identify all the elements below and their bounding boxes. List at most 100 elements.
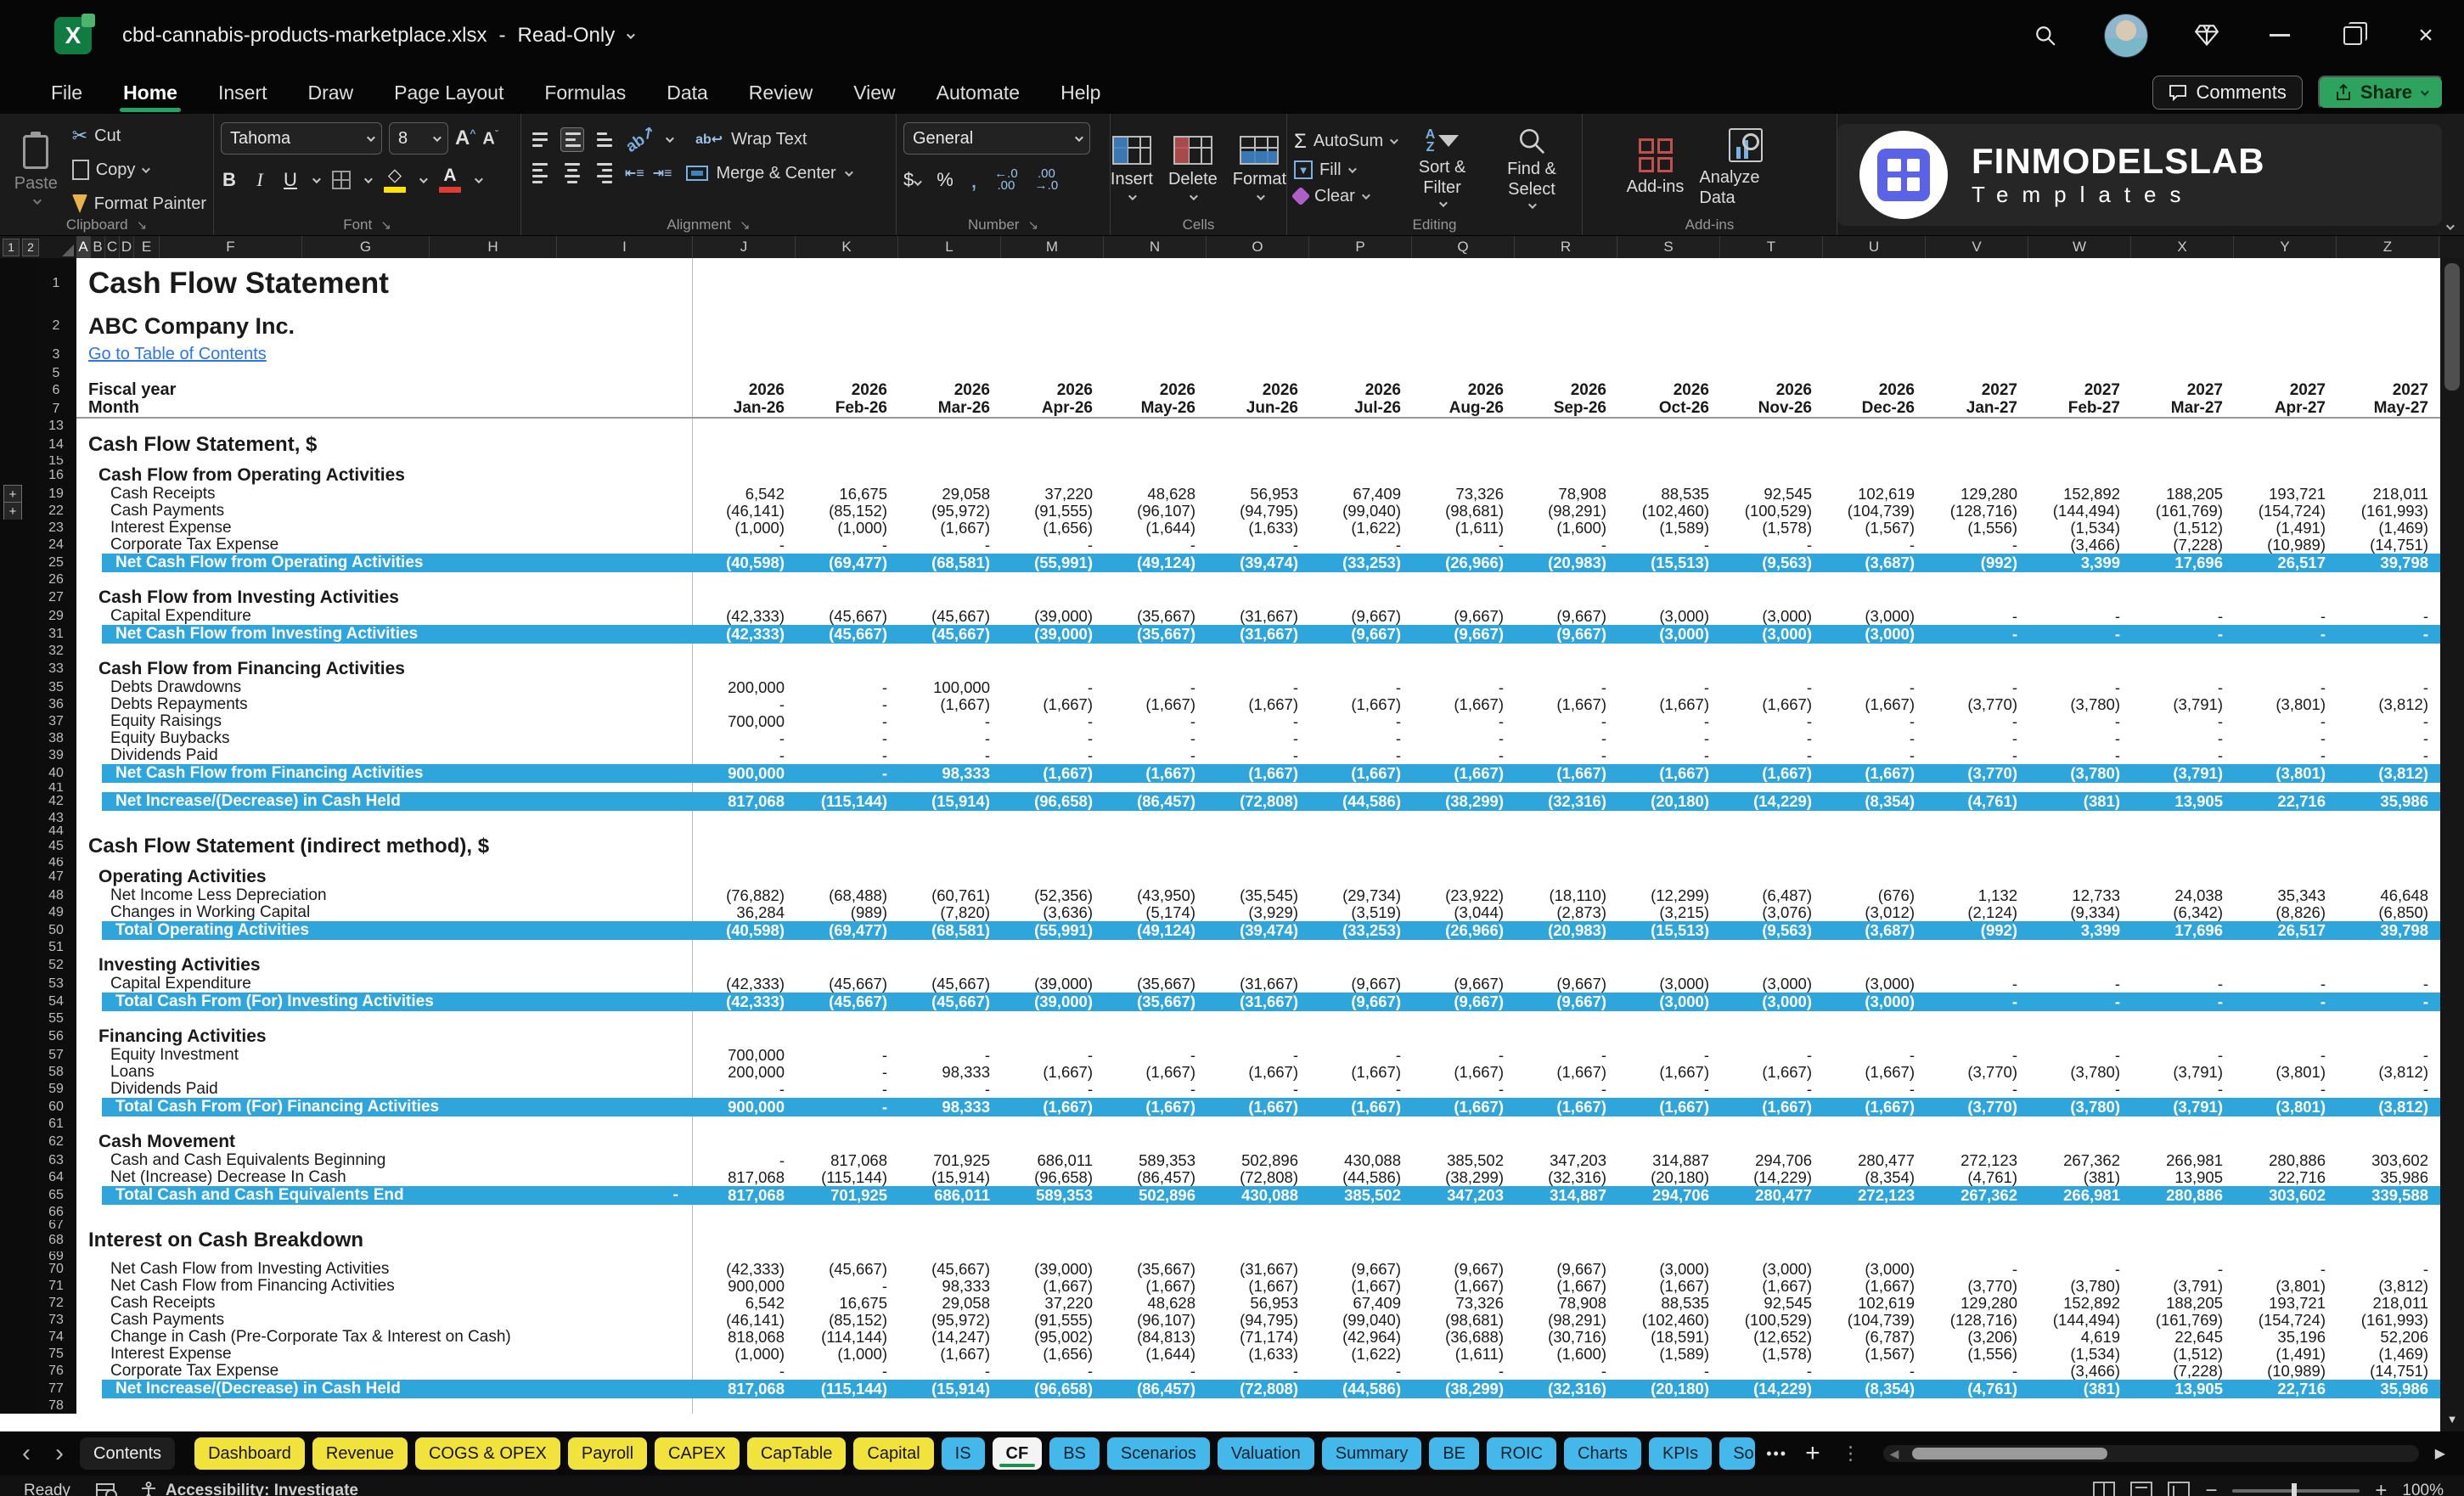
sheet-tab-capital[interactable]: Capital [853,1437,933,1470]
bold-button[interactable]: B [221,169,238,191]
cell-N38[interactable]: - [1104,730,1207,747]
cell-U65[interactable]: 272,123 [1823,1186,1926,1205]
row-label-32[interactable] [76,644,693,659]
row-number-32[interactable]: 32 [36,644,76,659]
cell-W63[interactable]: 267,362 [2028,1152,2131,1169]
cell-Y6[interactable]: 2027 [2234,381,2337,399]
row-label-35[interactable]: Debts Drawdowns [76,679,693,696]
cell-W71[interactable]: (3,780) [2028,1278,2131,1295]
cell-S75[interactable]: (1,589) [1617,1346,1720,1363]
cell-Q38[interactable]: - [1412,730,1515,747]
cell-X23[interactable]: (1,512) [2131,520,2234,537]
align-right-button[interactable] [593,159,616,188]
italic-button[interactable]: I [251,169,268,191]
sheet-tab-scenarios[interactable]: Scenarios [1107,1437,1210,1470]
cell-N63[interactable]: 589,353 [1104,1152,1207,1169]
cell-Z70[interactable]: - [2337,1261,2439,1278]
row-number-25[interactable]: 25 [36,554,76,572]
cell-X73[interactable]: (161,769) [2131,1312,2234,1329]
cell-Q48[interactable]: (23,922) [1412,887,1515,904]
row-label-77[interactable]: Net Increase/(Decrease) in Cash Held [76,1380,693,1398]
cell-V39[interactable]: - [1926,747,2028,764]
cell-Y35[interactable]: - [2234,679,2337,696]
cell-W29[interactable]: - [2028,608,2131,625]
cell-J58[interactable]: 200,000 [693,1064,796,1081]
cell-Q49[interactable]: (3,044) [1412,904,1515,921]
row-label-56[interactable]: Financing Activities [76,1026,693,1047]
cell-X35[interactable]: - [2131,679,2234,696]
row-number-76[interactable]: 76 [36,1363,76,1380]
cell-K76[interactable]: - [796,1363,898,1380]
zoom-in-button[interactable]: + [2375,1479,2387,1496]
font-name-select[interactable]: Tahoma [221,122,382,155]
cell-T40[interactable]: (1,667) [1720,764,1823,783]
cell-M71[interactable]: (1,667) [1001,1278,1104,1295]
cell-U75[interactable]: (1,567) [1823,1346,1926,1363]
cell-L31[interactable]: (45,667) [898,625,1001,644]
menu-insert[interactable]: Insert [198,71,288,114]
row-label-3[interactable]: Go to Table of Contents [76,343,693,366]
column-header-R[interactable]: R [1515,236,1617,258]
cell-P65[interactable]: 385,502 [1309,1186,1412,1205]
cell-K42[interactable]: (115,144) [796,792,898,811]
cell-X29[interactable]: - [2131,608,2234,625]
cell-V29[interactable]: - [1926,608,2028,625]
row-label-63[interactable]: Cash and Cash Equivalents Beginning [76,1152,693,1169]
cell-Q7[interactable]: Aug-26 [1412,399,1515,417]
cell-K65[interactable]: 701,925 [796,1186,898,1205]
readonly-badge[interactable]: Read-Only [518,24,616,48]
cell-L29[interactable]: (45,667) [898,608,1001,625]
cell-P7[interactable]: Jul-26 [1309,399,1412,417]
cell-O6[interactable]: 2026 [1207,381,1309,399]
cell-N72[interactable]: 48,628 [1104,1295,1207,1312]
cell-S38[interactable]: - [1617,730,1720,747]
row-label-72[interactable]: Cash Receipts [76,1295,693,1312]
cell-K75[interactable]: (1,000) [796,1346,898,1363]
sheet-tab-summary[interactable]: Summary [1322,1437,1422,1470]
row-number-53[interactable]: 53 [36,976,76,993]
cell-Y31[interactable]: - [2234,625,2337,644]
cell-L71[interactable]: 98,333 [898,1278,1001,1295]
cell-N74[interactable]: (84,813) [1104,1329,1207,1346]
cell-M63[interactable]: 686,011 [1001,1152,1104,1169]
cell-U22[interactable]: (104,739) [1823,503,1926,520]
cell-K49[interactable]: (989) [796,904,898,921]
clipboard-dialog-launcher[interactable]: ↘ [137,217,148,233]
row-label-41[interactable] [76,783,693,792]
cell-R40[interactable]: (1,667) [1515,764,1617,783]
menu-data[interactable]: Data [646,71,729,114]
cell-J57[interactable]: 700,000 [693,1047,796,1064]
cell-Q58[interactable]: (1,667) [1412,1064,1515,1081]
cell-S22[interactable]: (102,460) [1617,503,1720,520]
column-header-F[interactable]: F [160,236,302,258]
cell-O73[interactable]: (94,795) [1207,1312,1309,1329]
row-number-14[interactable]: 14 [36,434,76,456]
cell-O22[interactable]: (94,795) [1207,503,1309,520]
cell-S42[interactable]: (20,180) [1617,792,1720,811]
row-number-56[interactable]: 56 [36,1026,76,1047]
row-label-73[interactable]: Cash Payments [76,1312,693,1329]
cell-Q60[interactable]: (1,667) [1412,1098,1515,1116]
cell-Q19[interactable]: 73,326 [1412,486,1515,503]
cell-X63[interactable]: 266,981 [2131,1152,2234,1169]
cell-N71[interactable]: (1,667) [1104,1278,1207,1295]
cell-S6[interactable]: 2026 [1617,381,1720,399]
cell-U7[interactable]: Dec-26 [1823,399,1926,417]
cell-M6[interactable]: 2026 [1001,381,1104,399]
cell-N59[interactable]: - [1104,1081,1207,1098]
cell-P58[interactable]: (1,667) [1309,1064,1412,1081]
cell-J65[interactable]: 817,068 [693,1186,796,1205]
cell-Z38[interactable]: - [2337,730,2439,747]
cell-V22[interactable]: (128,716) [1926,503,2028,520]
cell-Z74[interactable]: 52,206 [2337,1329,2439,1346]
cell-M29[interactable]: (39,000) [1001,608,1104,625]
cell-S31[interactable]: (3,000) [1617,625,1720,644]
cell-V54[interactable]: - [1926,993,2028,1011]
row-number-49[interactable]: 49 [36,904,76,921]
cell-K7[interactable]: Feb-26 [796,399,898,417]
cell-L73[interactable]: (95,972) [898,1312,1001,1329]
cell-O40[interactable]: (1,667) [1207,764,1309,783]
menu-view[interactable]: View [833,71,915,114]
sheet-tab-payroll[interactable]: Payroll [568,1437,647,1470]
cell-P25[interactable]: (33,253) [1309,554,1412,572]
